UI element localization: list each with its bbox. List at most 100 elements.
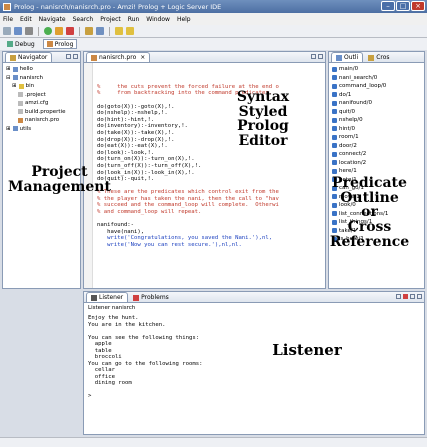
maximize-button[interactable]: □ <box>396 1 410 11</box>
outline-item[interactable]: location/2 <box>332 159 421 168</box>
outline-item[interactable]: connect/2 <box>332 150 421 159</box>
run-icon[interactable] <box>44 27 52 35</box>
file-icon <box>18 109 23 115</box>
listener-output[interactable]: Enjoy the hunt. You are in the kitchen. Y… <box>84 314 424 434</box>
navigator-tree: ⊞ hello ⊟ nanisrch ⊞ bin .project amzi.cfg … <box>3 63 80 135</box>
tab-listener[interactable]: Listener <box>86 292 129 302</box>
outline-item[interactable]: room/1 <box>332 133 421 142</box>
tree-item-nanisrch-pro[interactable]: nanisrch.pro <box>6 116 77 125</box>
menu-window[interactable]: Window <box>146 16 170 23</box>
maximize-view-icon[interactable] <box>73 54 78 59</box>
tree-item-utils[interactable]: ⊞ utils <box>6 125 77 134</box>
new-file-icon[interactable] <box>3 27 11 35</box>
menu-run[interactable]: Run <box>128 16 140 23</box>
tab-cross-reference[interactable]: Cros <box>363 52 394 62</box>
print-icon[interactable] <box>25 27 33 35</box>
annotation-line: Outline <box>340 189 399 206</box>
code-line: write('Congratulations, you saved the Na… <box>97 235 273 242</box>
main-toolbar <box>0 25 427 38</box>
perspective-bar: Debug Prolog <box>0 38 427 50</box>
code-line: have(nani), <box>97 228 145 235</box>
tree-item-amzi-cfg[interactable]: amzi.cfg <box>6 99 77 108</box>
outline-item[interactable]: quit/0 <box>332 108 421 117</box>
outline-item[interactable]: nshelp/0 <box>332 116 421 125</box>
outline-item[interactable]: hint/0 <box>332 125 421 134</box>
menu-edit[interactable]: Edit <box>20 16 32 23</box>
folder-icon <box>18 83 24 89</box>
annotation-predicate-outline: Predicate Outline or Cross Reference <box>312 176 427 249</box>
minimize-button[interactable]: – <box>381 1 395 11</box>
maximize-view-icon[interactable] <box>318 54 323 59</box>
tree-item-hello[interactable]: ⊞ hello <box>6 65 77 74</box>
back-icon[interactable] <box>115 27 123 35</box>
open-type-icon[interactable] <box>96 27 104 35</box>
predicate-icon <box>332 66 337 72</box>
predicate-icon <box>332 151 337 157</box>
tree-item-project[interactable]: .project <box>6 91 77 100</box>
annotation-line: Editor <box>238 133 288 150</box>
minimize-view-icon[interactable] <box>66 54 71 59</box>
terminate-icon[interactable] <box>403 294 408 299</box>
perspective-debug[interactable]: Debug <box>3 39 39 49</box>
code-line: do(quit):-quit,!. <box>97 176 155 183</box>
project-icon <box>12 75 18 81</box>
menu-navigate[interactable]: Navigate <box>39 16 66 23</box>
predicate-icon <box>332 134 337 140</box>
toolbar-separator <box>38 26 39 36</box>
menu-search[interactable]: Search <box>73 16 94 23</box>
perspective-prolog[interactable]: Prolog <box>42 39 78 49</box>
menu-help[interactable]: Help <box>177 16 191 23</box>
forward-icon[interactable] <box>126 27 134 35</box>
title-bar: Prolog - nanisrch/nanisrch.pro - Amzi! P… <box>0 0 427 13</box>
tab-outline[interactable]: Outli <box>331 52 364 62</box>
annotation-line: Prolog <box>237 118 289 135</box>
outline-item[interactable]: main/0 <box>332 65 421 74</box>
annotation-line: Syntax <box>236 89 290 105</box>
tab-nanisrch-pro[interactable]: nanisrch.pro × <box>86 52 151 62</box>
editor-panel: nanisrch.pro × % the cuts prevent the for… <box>83 51 326 289</box>
project-icon <box>12 66 18 72</box>
code-line: nanifound:- <box>97 222 135 229</box>
maximize-view-icon[interactable] <box>417 294 422 299</box>
clear-console-icon[interactable] <box>396 294 401 299</box>
menu-project[interactable]: Project <box>100 16 121 23</box>
search-icon[interactable] <box>85 27 93 35</box>
predicate-icon <box>332 143 337 149</box>
annotation-line: Cross <box>347 219 392 236</box>
close-tab-icon[interactable]: × <box>140 54 145 61</box>
outline-item[interactable]: door/2 <box>332 142 421 151</box>
code-line: % succeed and the command_loop will comp… <box>97 202 279 209</box>
menu-file[interactable]: File <box>3 16 13 23</box>
status-bar <box>0 437 427 447</box>
debug-icon[interactable] <box>55 27 63 35</box>
code-line: do(look):-look,!. <box>97 149 155 156</box>
annotation-syntax-editor: Syntax Styled Prolog Editor <box>218 90 308 149</box>
annotation-listener: Listener <box>272 341 342 359</box>
predicate-icon <box>332 92 337 98</box>
save-icon[interactable] <box>14 27 22 35</box>
tab-problems[interactable]: Problems <box>128 292 174 302</box>
predicate-icon <box>332 126 337 132</box>
tab-navigator[interactable]: Navigator <box>5 52 53 62</box>
outline-item[interactable]: nani_search/0 <box>332 74 421 83</box>
minimize-view-icon[interactable] <box>311 54 316 59</box>
annotation-line: Styled <box>238 103 288 120</box>
tree-item-build-properties[interactable]: build.propertie <box>6 108 77 117</box>
stop-icon[interactable] <box>66 27 74 35</box>
outline-item[interactable]: nanifound/0 <box>332 99 421 108</box>
annotation-project-management: Project Management <box>2 165 117 194</box>
outline-item[interactable]: do/1 <box>332 91 421 100</box>
code-line: % These are the predicates which control… <box>97 189 279 196</box>
predicate-icon <box>332 100 337 106</box>
code-line: % and command_loop will repeat. <box>97 209 202 216</box>
outline-item[interactable]: command_loop/0 <box>332 82 421 91</box>
annotation-line: Reference <box>329 233 410 250</box>
tree-item-nanisrch[interactable]: ⊟ nanisrch <box>6 74 77 83</box>
minimize-view-icon[interactable] <box>410 294 415 299</box>
code-line: write('Now you can rest secure.'),nl,nl. <box>97 242 242 249</box>
tree-item-bin[interactable]: ⊞ bin <box>6 82 77 91</box>
code-line: % the player has taken the nani, then th… <box>97 195 279 202</box>
close-button[interactable]: × <box>411 1 425 11</box>
